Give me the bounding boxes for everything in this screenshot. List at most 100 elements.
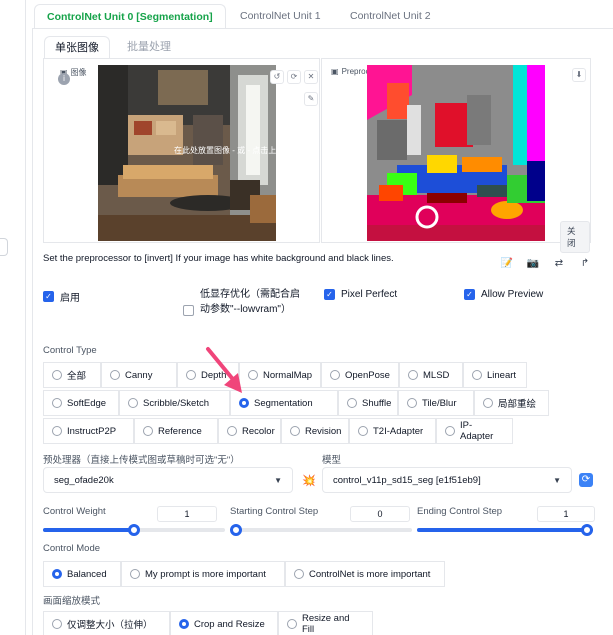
camera-icon[interactable]: 📷: [524, 256, 542, 272]
starting-step-slider[interactable]: Starting Control Step 0: [230, 506, 412, 536]
rotate-icon[interactable]: ⟳: [287, 70, 301, 84]
radio-label: Resize and Fill: [302, 613, 350, 635]
radio-indicator: [358, 426, 368, 436]
slider-number-input[interactable]: 0: [350, 506, 410, 522]
radio-indicator: [472, 370, 482, 380]
caret-down-icon: ▼: [553, 475, 561, 485]
radio-indicator: [52, 398, 62, 408]
radio-label: Tile/Blur: [422, 397, 457, 409]
radio-option-softedge[interactable]: SoftEdge: [43, 390, 119, 416]
slider-label: Control Weight: [43, 506, 106, 517]
radio-indicator: [227, 426, 237, 436]
send-dimensions-icon[interactable]: ↱: [576, 256, 594, 272]
close-preview-button[interactable]: 关闭: [560, 221, 590, 253]
radio-option-shuffle[interactable]: Shuffle: [338, 390, 398, 416]
slider-track[interactable]: [230, 524, 412, 536]
radio-label: ControlNet is more important: [309, 568, 431, 580]
tab-single-image[interactable]: 单张图像: [44, 36, 110, 58]
download-icon[interactable]: ⬇: [572, 68, 586, 82]
collapse-handle[interactable]: [0, 238, 8, 256]
preprocessor-preview-panel: ▣Preprocessor Preview ⬇ 关闭: [321, 58, 591, 253]
check-icon: ✓: [324, 289, 335, 300]
radio-label: Lineart: [487, 369, 517, 381]
caret-down-icon: ▼: [274, 475, 282, 485]
input-image-panel[interactable]: ▣图像 i 在此处放置图像 - 或 - 点击上传 ↺ ⟳ ✕ ✎: [43, 58, 320, 243]
tab-batch[interactable]: 批量处理: [117, 36, 181, 58]
radio-option-balanced[interactable]: Balanced: [43, 561, 121, 587]
swap-icon[interactable]: ⇄: [550, 256, 568, 272]
refresh-icon[interactable]: ⟳: [579, 473, 593, 487]
allow-preview-checkbox[interactable]: ✓ Allow Preview: [464, 289, 543, 300]
radio-option-revision[interactable]: Revision: [281, 418, 349, 444]
preprocessor-select[interactable]: seg_ofade20k ▼: [43, 467, 293, 493]
model-label: 模型: [322, 455, 342, 466]
radio-label: NormalMap: [263, 369, 313, 381]
radio-option-tile-blur[interactable]: Tile/Blur: [398, 390, 474, 416]
radio-option-局部重绘[interactable]: 局部重绘: [474, 390, 549, 416]
lowvram-label: 低显存优化（需配合启动参数"--lowvram"）: [200, 289, 300, 315]
radio-option-resize-and-fill[interactable]: Resize and Fill: [278, 611, 373, 635]
radio-option-instructp2p[interactable]: InstructP2P: [43, 418, 134, 444]
close-icon[interactable]: ✕: [304, 70, 318, 84]
slider-track[interactable]: [417, 524, 593, 536]
radio-option-mlsd[interactable]: MLSD: [399, 362, 463, 388]
radio-label: Canny: [125, 369, 153, 381]
radio-indicator: [287, 619, 297, 629]
radio-label: Segmentation: [254, 397, 313, 409]
radio-option-canny[interactable]: Canny: [101, 362, 177, 388]
enable-checkbox[interactable]: ✓ 启用: [43, 289, 80, 304]
slider-track[interactable]: [43, 524, 225, 536]
radio-label: MLSD: [423, 369, 450, 381]
radio-option-reference[interactable]: Reference: [134, 418, 218, 444]
checkbox-box: [183, 305, 194, 316]
radio-option-crop-and-resize[interactable]: Crop and Resize: [170, 611, 278, 635]
radio-option-my-prompt-is-more-important[interactable]: My prompt is more important: [121, 561, 285, 587]
radio-label: OpenPose: [345, 369, 390, 381]
radio-label: 仅调整大小（拉伸）: [67, 620, 153, 631]
invert-hint: Set the preprocessor to [invert] If your…: [43, 253, 394, 264]
segmentation-map: [367, 65, 545, 241]
pixel-perfect-checkbox[interactable]: ✓ Pixel Perfect: [324, 289, 397, 300]
slider-thumb[interactable]: [581, 524, 593, 536]
radio-indicator: [445, 426, 455, 436]
control-weight-slider[interactable]: Control Weight 1: [43, 506, 225, 536]
preprocessor-value: seg_ofade20k: [54, 474, 114, 486]
radio-option-t2i-adapter[interactable]: T2I-Adapter: [349, 418, 436, 444]
radio-option-controlnet-is-more-important[interactable]: ControlNet is more important: [285, 561, 445, 587]
edit-icon[interactable]: 📝: [498, 256, 516, 272]
slider-thumb[interactable]: [128, 524, 140, 536]
slider-label: Ending Control Step: [417, 506, 503, 517]
radio-label: T2I-Adapter: [373, 425, 424, 437]
ending-step-slider[interactable]: Ending Control Step 1: [417, 506, 597, 536]
radio-option-全部[interactable]: 全部: [43, 362, 101, 388]
radio-label: Crop and Resize: [194, 618, 265, 630]
run-preprocessor-icon[interactable]: 💥: [302, 474, 316, 487]
tab-controlnet-unit-2[interactable]: ControlNet Unit 2: [338, 4, 443, 28]
slider-label: Starting Control Step: [230, 506, 319, 517]
undo-icon[interactable]: ↺: [270, 70, 284, 84]
model-select[interactable]: control_v11p_sd15_seg [e1f51eb9] ▼: [322, 467, 572, 493]
tab-controlnet-unit-0[interactable]: ControlNet Unit 0 [Segmentation]: [34, 4, 226, 28]
radio-option-openpose[interactable]: OpenPose: [321, 362, 399, 388]
tab-controlnet-unit-1[interactable]: ControlNet Unit 1: [228, 4, 333, 28]
radio-option-lineart[interactable]: Lineart: [463, 362, 527, 388]
radio-indicator: [330, 370, 340, 380]
radio-option-ip-adapter[interactable]: IP-Adapter: [436, 418, 513, 444]
radio-option-normalmap[interactable]: NormalMap: [239, 362, 321, 388]
slider-thumb[interactable]: [230, 524, 242, 536]
radio-label: 局部重绘: [498, 399, 537, 410]
radio-option-recolor[interactable]: Recolor: [218, 418, 281, 444]
left-panel-edge: [0, 0, 26, 635]
radio-indicator: [294, 569, 304, 579]
radio-label: Shuffle: [362, 397, 392, 409]
radio-indicator: [179, 619, 189, 629]
slider-fill: [417, 528, 593, 532]
info-icon[interactable]: i: [58, 73, 70, 85]
slider-number-input[interactable]: 1: [537, 506, 595, 522]
model-value: control_v11p_sd15_seg [e1f51eb9]: [333, 474, 481, 486]
brush-icon[interactable]: ✎: [304, 92, 318, 106]
radio-option-仅调整大小-拉伸[interactable]: 仅调整大小（拉伸）: [43, 611, 170, 635]
slider-number-input[interactable]: 1: [157, 506, 217, 522]
lowvram-checkbox[interactable]: 低显存优化（需配合启动参数"--lowvram"）: [183, 287, 303, 317]
radio-indicator: [407, 398, 417, 408]
